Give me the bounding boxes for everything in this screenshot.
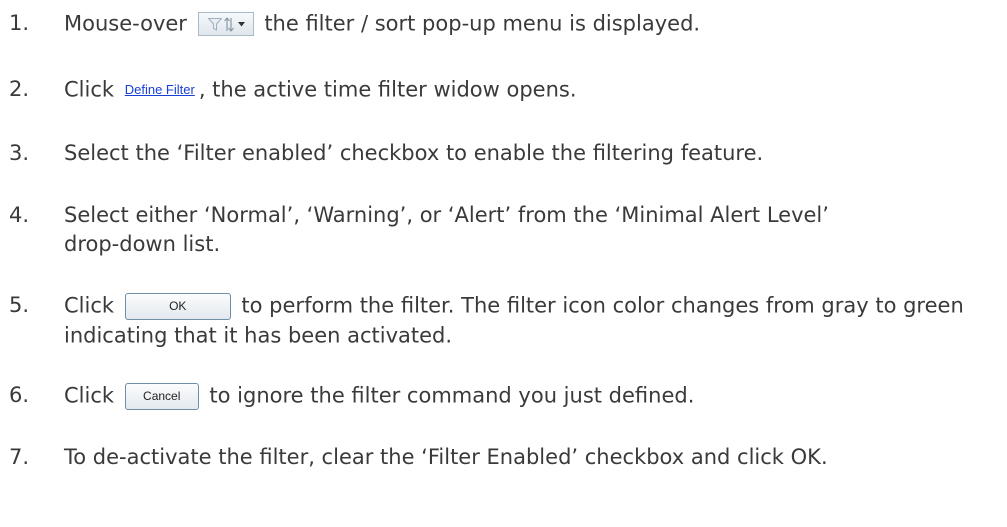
step-text: Select the ‘Filter enabled’ checkbox to … [64,141,764,165]
step-number: 3. [9,141,30,165]
step-text-before: Mouse-over [64,11,187,36]
step-text: To de-activate the filter, clear the ‘Fi… [64,445,828,469]
step-text: Click OK to perform the filter. The filt… [64,291,994,350]
step-text: Select either ‘Normal’, ‘Warning’, or ‘A… [64,203,829,256]
step-text-after: the filter / sort pop-up menu is display… [264,11,701,36]
step-text-before: Click [64,77,115,102]
define-filter-link[interactable]: Define Filter [125,82,195,98]
instruction-steps: 1. Mouse-over the filter / sort pop-up m… [0,0,1007,527]
cancel-button[interactable]: Cancel [124,382,199,410]
step-text: Click Define Filter, the active time fil… [64,75,994,105]
step-text: Click Cancel to ignore the filter comman… [64,381,994,411]
step-text-before: Click [64,383,115,408]
chevron-down-icon [237,22,245,27]
step-text: Mouse-over the filter / sort pop-up menu… [64,9,994,39]
step-text-after: to ignore the filter command you just de… [209,383,695,408]
step-number: 7. [9,445,30,469]
step-number: 1. [9,11,30,35]
step-text-before: Click [64,293,115,318]
step-number: 5. [9,293,30,317]
ok-button[interactable]: OK [124,292,231,320]
step-number: 6. [9,383,30,407]
step-text-after: , the active time filter widow opens. [198,77,577,102]
step-number: 4. [9,203,30,227]
sort-arrows-icon [223,17,234,32]
funnel-icon [207,18,222,31]
step-number: 2. [9,77,30,101]
filter-sort-menu-icon[interactable] [197,12,254,36]
